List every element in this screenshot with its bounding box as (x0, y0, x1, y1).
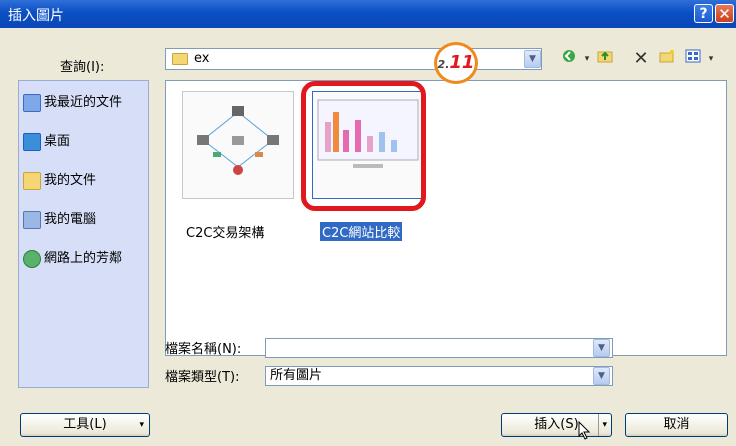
places-bar: 我最近的文件 桌面 我的文件 我的電腦 網路上的芳鄰 (18, 80, 149, 388)
delete-icon[interactable]: ✕ (630, 48, 652, 70)
place-network[interactable]: 網路上的芳鄰 (23, 247, 122, 269)
new-folder-icon[interactable] (656, 48, 678, 70)
network-places-icon (23, 249, 41, 268)
place-label: 網路上的芳鄰 (44, 251, 123, 266)
look-in-value: ex (194, 51, 210, 66)
filename-label: 檔案名稱(N): (165, 342, 242, 357)
my-computer-icon (23, 210, 41, 229)
my-documents-icon (23, 171, 41, 190)
look-in-chevron-down-icon[interactable]: ▼ (524, 50, 541, 68)
filetype-label: 檔案類型(T): (165, 370, 240, 385)
window-title: 插入圖片 (8, 8, 64, 24)
file-name[interactable]: C2C交易架構 (186, 222, 264, 241)
tools-chevron-down-icon: ▾ (139, 420, 144, 430)
cancel-button[interactable]: 取消 (625, 413, 728, 437)
place-my-documents[interactable]: 我的文件 (23, 169, 96, 191)
place-recent-documents[interactable]: 我最近的文件 (23, 91, 122, 113)
folder-icon (172, 53, 188, 65)
step-callout-badge: 2.11 (434, 42, 478, 84)
views-dropdown-icon[interactable]: ▾ (700, 48, 722, 70)
place-label: 我的文件 (44, 173, 97, 188)
filetype-select[interactable]: 所有圖片 (265, 366, 613, 386)
desktop-icon (23, 132, 41, 151)
place-label: 我的電腦 (44, 212, 97, 227)
help-button[interactable]: ? (694, 4, 713, 23)
callout-prefix: 2. (437, 58, 450, 71)
recent-documents-icon (23, 93, 41, 112)
insert-button[interactable]: 插入(S) ▾ (501, 413, 612, 437)
place-desktop[interactable]: 桌面 (23, 130, 70, 152)
up-folder-icon[interactable] (594, 48, 616, 70)
mouse-cursor-icon (578, 421, 591, 440)
file-list[interactable]: C2C交易架構 C2C網站比較 (165, 80, 727, 356)
place-label: 我最近的文件 (44, 95, 123, 110)
place-my-computer[interactable]: 我的電腦 (23, 208, 96, 230)
callout-number: 11 (449, 52, 475, 73)
look-in-label: 查詢(I): (60, 60, 105, 75)
file-thumbnail[interactable] (182, 91, 294, 199)
tools-button-label: 工具(L) (63, 417, 107, 432)
filename-chevron-down-icon[interactable]: ▼ (593, 339, 610, 357)
file-name-selected[interactable]: C2C網站比較 (320, 222, 403, 241)
insert-button-label: 插入(S) (534, 417, 579, 432)
close-button[interactable]: ✕ (715, 4, 734, 23)
filename-input[interactable] (265, 338, 613, 358)
title-bar[interactable]: 插入圖片 ? ✕ (0, 0, 736, 28)
look-in-dropdown[interactable]: ex (165, 48, 542, 70)
highlight-frame (301, 81, 426, 211)
filetype-chevron-down-icon[interactable]: ▼ (593, 367, 610, 385)
tools-button[interactable]: 工具(L) ▾ (20, 413, 150, 437)
insert-chevron-down-icon[interactable]: ▾ (598, 414, 607, 436)
place-label: 桌面 (44, 134, 71, 149)
